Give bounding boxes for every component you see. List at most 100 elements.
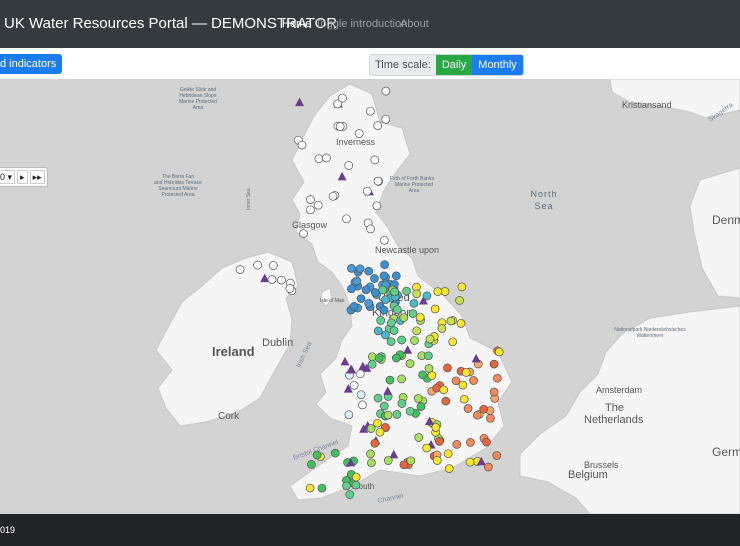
step-forward-button[interactable]: ▸ bbox=[17, 170, 28, 184]
station-circle-marker[interactable] bbox=[374, 353, 384, 363]
station-circle-marker[interactable] bbox=[335, 122, 345, 131]
station-circle-marker[interactable] bbox=[338, 93, 347, 103]
station-circle-marker[interactable] bbox=[356, 390, 366, 400]
nav-home[interactable]: Home bbox=[282, 18, 311, 30]
station-circle-marker[interactable] bbox=[494, 347, 504, 357]
station-circle-marker[interactable] bbox=[443, 449, 453, 459]
station-circle-marker[interactable] bbox=[373, 121, 383, 130]
station-circle-marker[interactable] bbox=[410, 336, 419, 345]
station-circle-marker[interactable] bbox=[443, 363, 452, 373]
nav-toggle-introduction[interactable]: Toggle introduction bbox=[315, 18, 407, 30]
monthly-button[interactable]: Monthly bbox=[472, 55, 523, 75]
station-circle-marker[interactable] bbox=[415, 312, 425, 322]
station-circle-marker[interactable] bbox=[373, 326, 383, 336]
station-circle-marker[interactable] bbox=[413, 394, 423, 403]
station-circle-marker[interactable] bbox=[437, 324, 447, 333]
station-circle-marker[interactable] bbox=[376, 316, 386, 325]
nav-about[interactable]: About bbox=[400, 18, 429, 30]
station-circle-marker[interactable] bbox=[361, 285, 371, 295]
station-circle-marker[interactable] bbox=[463, 404, 473, 413]
station-circle-marker[interactable] bbox=[483, 462, 493, 472]
station-triangle-marker[interactable] bbox=[295, 97, 305, 107]
station-circle-marker[interactable] bbox=[397, 399, 407, 408]
map-canvas[interactable]: Geikie Slide and Hebridean Slope Marine … bbox=[0, 79, 740, 514]
station-circle-marker[interactable] bbox=[269, 261, 278, 270]
station-circle-marker[interactable] bbox=[379, 235, 389, 245]
fast-forward-button[interactable]: ▸▸ bbox=[29, 170, 45, 184]
station-circle-marker[interactable] bbox=[455, 296, 464, 305]
station-circle-marker[interactable] bbox=[440, 287, 450, 296]
station-circle-marker[interactable] bbox=[317, 483, 327, 493]
station-circle-marker[interactable] bbox=[492, 451, 502, 460]
station-circle-marker[interactable] bbox=[392, 410, 402, 419]
station-circle-marker[interactable] bbox=[431, 423, 441, 432]
station-circle-marker[interactable] bbox=[349, 380, 359, 390]
station-circle-marker[interactable] bbox=[383, 456, 393, 465]
station-circle-marker[interactable] bbox=[366, 449, 375, 459]
station-circle-marker[interactable] bbox=[277, 275, 286, 285]
station-circle-marker[interactable] bbox=[344, 161, 354, 170]
station-circle-marker[interactable] bbox=[386, 337, 396, 346]
station-circle-marker[interactable] bbox=[385, 375, 395, 385]
station-circle-marker[interactable] bbox=[479, 404, 489, 414]
station-circle-marker[interactable] bbox=[465, 457, 475, 467]
station-circle-marker[interactable] bbox=[253, 260, 262, 270]
station-circle-marker[interactable] bbox=[381, 330, 390, 340]
station-circle-marker[interactable] bbox=[489, 387, 499, 397]
station-circle-marker[interactable] bbox=[405, 359, 415, 368]
station-circle-marker[interactable] bbox=[439, 385, 449, 395]
station-circle-marker[interactable] bbox=[433, 287, 443, 296]
station-circle-marker[interactable] bbox=[351, 472, 361, 482]
station-circle-marker[interactable] bbox=[373, 393, 383, 403]
station-circle-marker[interactable] bbox=[392, 305, 402, 315]
station-circle-marker[interactable] bbox=[345, 490, 355, 499]
station-circle-marker[interactable] bbox=[235, 265, 245, 274]
station-circle-marker[interactable] bbox=[355, 369, 365, 379]
station-circle-marker[interactable] bbox=[379, 305, 389, 315]
station-circle-marker[interactable] bbox=[370, 155, 380, 165]
station-circle-marker[interactable] bbox=[380, 260, 389, 269]
station-circle-marker[interactable] bbox=[456, 319, 466, 328]
station-circle-marker[interactable] bbox=[397, 335, 406, 345]
station-circle-marker[interactable] bbox=[354, 129, 364, 138]
station-circle-marker[interactable] bbox=[378, 285, 388, 295]
station-circle-marker[interactable] bbox=[397, 374, 406, 384]
station-circle-marker[interactable] bbox=[358, 400, 367, 410]
station-circle-marker[interactable] bbox=[330, 448, 340, 458]
station-circle-marker[interactable] bbox=[405, 406, 415, 416]
station-circle-marker[interactable] bbox=[482, 437, 491, 447]
station-circle-marker[interactable] bbox=[461, 368, 471, 377]
station-circle-marker[interactable] bbox=[299, 229, 308, 238]
station-circle-marker[interactable] bbox=[422, 443, 432, 453]
station-circle-marker[interactable] bbox=[372, 201, 382, 211]
station-circle-marker[interactable] bbox=[412, 326, 421, 336]
station-circle-marker[interactable] bbox=[416, 402, 426, 411]
station-circle-marker[interactable] bbox=[457, 282, 467, 292]
station-circle-marker[interactable] bbox=[312, 450, 322, 460]
station-circle-marker[interactable] bbox=[297, 140, 307, 150]
station-circle-marker[interactable] bbox=[448, 337, 458, 347]
station-circle-marker[interactable] bbox=[379, 401, 389, 411]
station-circle-marker[interactable] bbox=[383, 410, 393, 420]
station-circle-marker[interactable] bbox=[458, 380, 468, 390]
station-circle-marker[interactable] bbox=[402, 286, 411, 296]
station-circle-marker[interactable] bbox=[306, 195, 315, 204]
station-circle-marker[interactable] bbox=[414, 433, 424, 442]
station-circle-marker[interactable] bbox=[364, 298, 374, 308]
station-circle-marker[interactable] bbox=[408, 309, 418, 318]
station-circle-marker[interactable] bbox=[373, 176, 383, 186]
station-circle-marker[interactable] bbox=[342, 214, 351, 224]
station-circle-marker[interactable] bbox=[366, 224, 375, 234]
station-circle-marker[interactable] bbox=[370, 288, 380, 297]
station-circle-marker[interactable] bbox=[322, 153, 331, 163]
station-circle-marker[interactable] bbox=[418, 370, 427, 380]
station-circle-marker[interactable] bbox=[432, 456, 442, 465]
station-circle-marker[interactable] bbox=[314, 154, 324, 164]
station-circle-marker[interactable] bbox=[267, 275, 277, 284]
station-circle-marker[interactable] bbox=[381, 86, 391, 96]
station-circle-marker[interactable] bbox=[347, 284, 356, 294]
station-circle-marker[interactable] bbox=[373, 418, 382, 428]
station-circle-marker[interactable] bbox=[347, 264, 356, 273]
station-circle-marker[interactable] bbox=[435, 437, 444, 446]
station-circle-marker[interactable] bbox=[389, 326, 399, 335]
